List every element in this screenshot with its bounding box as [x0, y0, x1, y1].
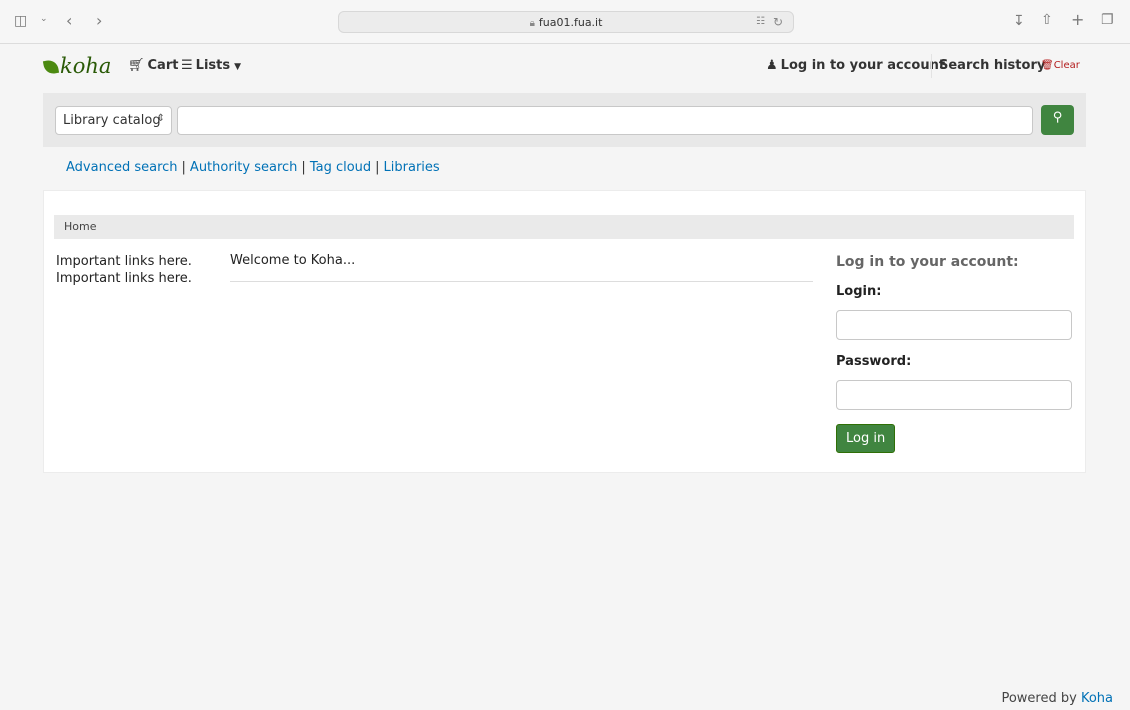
new-tab-icon[interactable]: +	[1071, 12, 1084, 28]
advanced-search-link[interactable]: Advanced search	[66, 160, 178, 175]
cart-icon: 🛒︎	[128, 58, 145, 73]
password-label: Password:	[836, 354, 912, 369]
separator: |	[301, 160, 306, 175]
breadcrumb: Home	[54, 215, 1074, 239]
forward-icon[interactable]: ›	[96, 13, 102, 29]
cart-label: Cart	[147, 58, 179, 73]
more-searches: Advanced search | Authority search | Tag clo…	[66, 160, 440, 175]
reload-icon[interactable]: ↻	[773, 15, 783, 29]
login-label: Login:	[836, 284, 882, 299]
back-icon[interactable]: ‹	[66, 13, 72, 29]
login-form: Log in to your account: Login: Password:…	[836, 254, 1072, 453]
login-field[interactable]	[836, 310, 1072, 340]
leaf-icon	[42, 58, 60, 76]
separator: |	[181, 160, 186, 175]
lists-label: Lists	[195, 58, 231, 73]
clear-label: Clear	[1053, 60, 1080, 71]
trash-icon: 🗑︎	[1041, 60, 1054, 71]
browser-toolbar: ◫ ⌄ ‹ › 🔒︎ fua01.fua.it ☷ ↻ ↧ ⇧ + ❐	[0, 0, 1130, 44]
user-icon: ♟	[766, 58, 778, 73]
chevron-down-icon[interactable]: ⌄	[40, 15, 48, 24]
login-link[interactable]: ♟ Log in to your account	[766, 58, 945, 73]
download-icon[interactable]: ↧	[1013, 14, 1025, 28]
address-bar[interactable]: 🔒︎ fua01.fua.it ☷ ↻	[338, 11, 794, 33]
koha-logo[interactable]: koha	[42, 54, 112, 78]
search-history-label: Search history	[939, 58, 1046, 73]
powered-by: Powered by Koha	[1001, 691, 1113, 706]
tag-cloud-link[interactable]: Tag cloud	[310, 160, 371, 175]
select-arrows-icon: ⇕	[156, 113, 165, 124]
lock-icon: 🔒︎	[529, 18, 535, 29]
logo-text: koha	[60, 54, 112, 78]
list-item: Important links here.	[56, 271, 192, 286]
catalog-select-value: Library catalog	[63, 113, 161, 128]
search-history-link[interactable]: Search history	[939, 58, 1045, 73]
password-field[interactable]	[836, 380, 1072, 410]
breadcrumb-home[interactable]: Home	[64, 220, 96, 233]
header-divider	[931, 54, 932, 78]
search-button[interactable]: ⚲	[1041, 105, 1074, 135]
search-input[interactable]	[177, 106, 1033, 135]
search-icon: ⚲	[1052, 110, 1063, 125]
share-icon[interactable]: ⇧	[1041, 13, 1053, 27]
koha-link[interactable]: Koha	[1081, 691, 1113, 706]
catalog-select[interactable]: Library catalog ⇕	[55, 106, 172, 135]
login-button[interactable]: Log in	[836, 424, 896, 453]
url-text: fua01.fua.it	[538, 16, 603, 29]
separator: |	[375, 160, 380, 175]
libraries-link[interactable]: Libraries	[384, 160, 440, 175]
welcome-message: Welcome to Koha...	[230, 253, 813, 282]
sidebar-toggle-icon[interactable]: ◫	[14, 14, 27, 28]
tab-overview-icon[interactable]: ❐	[1101, 13, 1114, 27]
list-icon: ☰	[181, 58, 193, 73]
clear-history-link[interactable]: 🗑︎Clear	[1041, 60, 1080, 71]
main-panel: Home Important links here. Important lin…	[43, 190, 1086, 473]
important-links: Important links here. Important links he…	[56, 253, 192, 287]
lists-dropdown[interactable]: ☰ Lists ▼	[181, 58, 244, 73]
search-bar: Library catalog ⇕ ⚲	[43, 93, 1086, 147]
login-link-label: Log in to your account	[780, 58, 946, 73]
caret-down-icon: ▼	[234, 62, 242, 72]
login-title: Log in to your account:	[836, 254, 1019, 270]
powered-by-text: Powered by	[1001, 691, 1077, 706]
cart-link[interactable]: 🛒︎ Cart	[128, 58, 178, 73]
authority-search-link[interactable]: Authority search	[190, 160, 298, 175]
translate-icon[interactable]: ☷	[756, 16, 765, 27]
list-item: Important links here.	[56, 254, 192, 269]
